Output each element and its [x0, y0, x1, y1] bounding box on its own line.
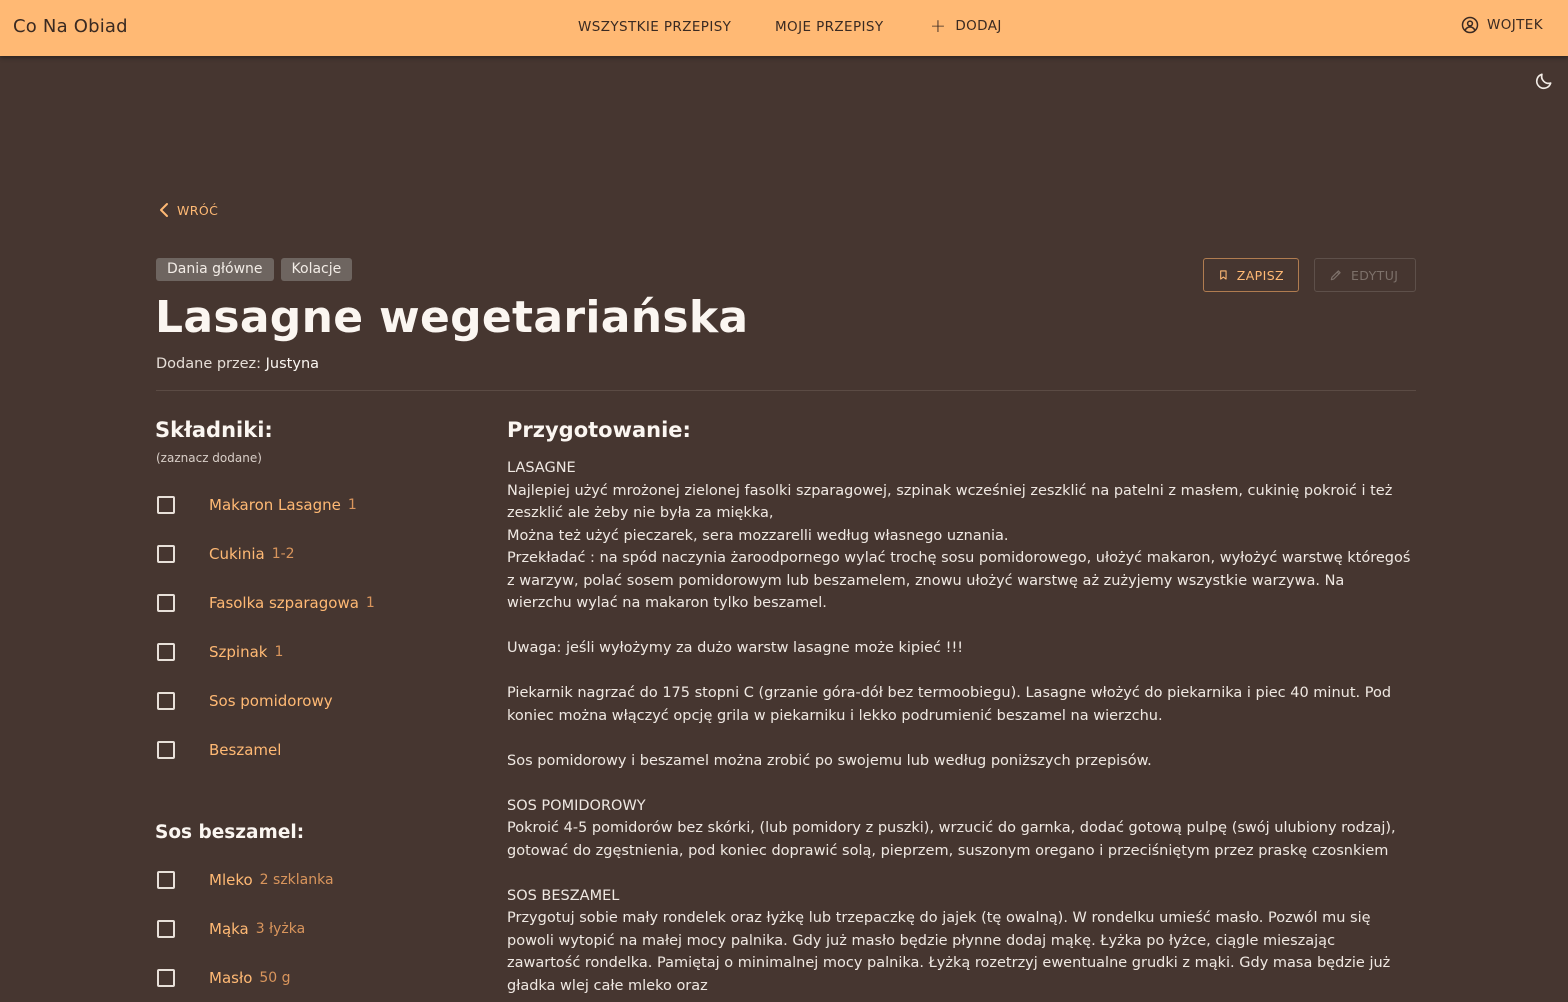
- preparation-text: LASAGNE Najlepiej użyć mrożonej zielonej…: [507, 457, 1412, 997]
- category-tags: Dania główne Kolacje: [156, 258, 353, 281]
- prep-line: Najlepiej użyć mrożonej zielonej fasolki…: [507, 482, 1393, 522]
- bookmark-icon: [1220, 270, 1227, 280]
- author-line: Dodane przez: Justyna: [156, 356, 319, 372]
- prep-gap: [507, 862, 1412, 885]
- prep-line: Sos pomidorowy i beszamel można zrobić p…: [507, 752, 1152, 769]
- plus-icon: +: [930, 15, 947, 37]
- ingredient-checkbox[interactable]: [157, 691, 175, 710]
- divider: [156, 390, 1416, 391]
- author-name: Justyna: [265, 356, 320, 372]
- ingredient-name[interactable]: Szpinak: [209, 643, 267, 661]
- ingredient-item[interactable]: Cukinia 1-2: [156, 529, 476, 578]
- nav-all-recipes[interactable]: WSZYSTKIE PRZEPISY: [578, 19, 731, 35]
- dark-mode-toggle-icon[interactable]: [1534, 71, 1554, 91]
- pencil-icon: [1330, 270, 1341, 281]
- ingredient-item[interactable]: Szpinak 1: [156, 627, 476, 676]
- ingredient-item[interactable]: Sos pomidorowy: [156, 676, 476, 725]
- ingredient-qty: 1: [347, 496, 357, 513]
- bechamel-ingredients-list: Mleko 2 szklanka Mąka 3 łyżka Masło 50 g: [156, 855, 476, 1002]
- author-prefix: Dodane przez:: [156, 356, 262, 372]
- save-label: ZAPISZ: [1236, 267, 1284, 283]
- prep-line: Piekarnik nagrzać do 175 stopni C (grzan…: [507, 685, 1392, 724]
- ingredient-checkbox[interactable]: [157, 870, 175, 889]
- ingredient-name[interactable]: Mleko: [209, 871, 253, 889]
- prep-line: LASAGNE: [507, 460, 576, 476]
- ingredient-item[interactable]: Beszamel: [156, 725, 476, 774]
- ingredient-qty: 1: [365, 594, 375, 611]
- nav-my-recipes[interactable]: MOJE PRZEPISY: [775, 19, 884, 35]
- ingredients-heading: Składniki:: [155, 418, 273, 442]
- brand-logo[interactable]: Co Na Obiad: [13, 16, 128, 37]
- prep-line: SOS BESZAMEL: [507, 887, 620, 904]
- nav-add-label: DODAJ: [955, 18, 1002, 34]
- prep-line: Pokroić 4-5 pomidorów bez skórki, (lub p…: [507, 820, 1396, 859]
- ingredient-checkbox[interactable]: [157, 642, 175, 661]
- ingredient-name[interactable]: Beszamel: [209, 741, 281, 759]
- prep-line: Przekładać : na spód naczynia żaroodporn…: [507, 550, 1411, 611]
- tag-main-dishes[interactable]: Dania główne: [156, 258, 274, 281]
- ingredients-subheading: (zaznacz dodane): [156, 451, 262, 465]
- prep-line: Przygotuj sobie mały rondelek oraz łyżkę…: [507, 910, 1391, 994]
- user-menu[interactable]: WOJTEK: [1461, 16, 1543, 34]
- ingredient-item[interactable]: Mleko 2 szklanka: [156, 855, 476, 904]
- save-button[interactable]: ZAPISZ: [1203, 258, 1299, 292]
- back-label: WRÓĆ: [177, 202, 219, 218]
- ingredient-item[interactable]: Makaron Lasagne 1: [156, 480, 476, 529]
- ingredient-checkbox[interactable]: [157, 544, 175, 563]
- back-link[interactable]: WRÓĆ: [157, 202, 218, 218]
- edit-button[interactable]: EDYTUJ: [1314, 258, 1416, 292]
- tag-dinners[interactable]: Kolacje: [280, 258, 353, 281]
- prep-line: SOS POMIDOROWY: [507, 797, 646, 814]
- ingredient-checkbox[interactable]: [157, 593, 175, 612]
- ingredient-item[interactable]: Fasolka szparagowa 1: [156, 578, 476, 627]
- ingredient-checkbox[interactable]: [157, 919, 175, 938]
- bechamel-heading: Sos beszamel:: [155, 822, 305, 843]
- ingredient-qty: 1-2: [271, 545, 295, 562]
- prep-gap: [507, 660, 1412, 683]
- top-navbar: Co Na Obiad WSZYSTKIE PRZEPISY MOJE PRZE…: [0, 0, 1568, 56]
- ingredients-list: Makaron Lasagne 1 Cukinia 1-2 Fasolka sz…: [156, 480, 476, 774]
- chevron-left-icon: [160, 203, 168, 217]
- ingredient-checkbox[interactable]: [157, 740, 175, 759]
- prep-line: Uwaga: jeśli wyłożymy za dużo warstw las…: [507, 640, 964, 656]
- ingredient-checkbox[interactable]: [157, 495, 175, 514]
- ingredient-qty: 2 szklanka: [259, 871, 334, 888]
- user-name: WOJTEK: [1487, 17, 1543, 33]
- edit-label: EDYTUJ: [1351, 267, 1399, 283]
- prep-line: Można też użyć pieczarek, sera mozzarell…: [507, 527, 1009, 544]
- ingredient-name[interactable]: Sos pomidorowy: [209, 692, 333, 710]
- recipe-title: Lasagne wegetariańska: [155, 292, 749, 343]
- ingredient-name[interactable]: Mąka: [209, 920, 249, 938]
- ingredient-qty: 1: [274, 643, 284, 660]
- prep-gap: [507, 727, 1412, 750]
- ingredient-name[interactable]: Makaron Lasagne: [209, 496, 341, 514]
- ingredient-qty: 3 łyżka: [255, 920, 306, 937]
- prep-gap: [507, 615, 1412, 638]
- nav-add-recipe[interactable]: + DODAJ: [930, 15, 1002, 37]
- prep-gap: [507, 772, 1412, 795]
- preparation-heading: Przygotowanie:: [507, 418, 691, 442]
- ingredient-item[interactable]: Mąka 3 łyżka: [156, 904, 476, 953]
- ingredient-name[interactable]: Fasolka szparagowa: [209, 594, 359, 612]
- user-circle-icon: [1461, 16, 1479, 34]
- ingredient-name[interactable]: Cukinia: [209, 545, 265, 563]
